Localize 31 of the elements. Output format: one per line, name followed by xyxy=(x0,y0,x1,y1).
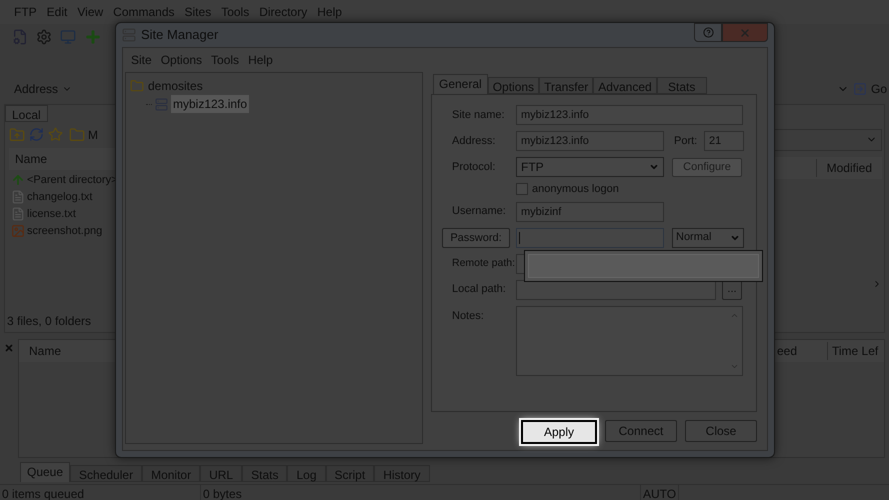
dialog-title: Site Manager xyxy=(141,26,218,44)
address-field[interactable]: mybiz123.info xyxy=(516,131,664,151)
refresh-icon[interactable] xyxy=(29,127,44,142)
help-icon xyxy=(702,27,714,38)
site-name-field[interactable]: mybiz123.info xyxy=(516,105,743,125)
close-icon xyxy=(739,26,751,38)
password-button[interactable]: Password: xyxy=(442,228,510,248)
dropdown-caret-icon xyxy=(649,162,659,172)
tree-item[interactable]: mybiz123.info xyxy=(171,95,250,113)
settings-icon[interactable] xyxy=(36,28,52,45)
password-field[interactable] xyxy=(516,228,664,248)
image-file-icon xyxy=(11,224,25,238)
document-icon xyxy=(11,190,25,204)
browse-button[interactable]: ... xyxy=(722,280,742,300)
help-button[interactable] xyxy=(694,23,722,42)
folder-up-icon[interactable] xyxy=(9,126,25,143)
port-field[interactable]: 21 xyxy=(704,131,744,151)
folder-icon xyxy=(130,79,144,93)
close-button[interactable] xyxy=(722,23,768,42)
protocol-select[interactable]: FTP xyxy=(516,157,664,177)
go-icon[interactable] xyxy=(852,82,867,96)
dialog-button[interactable]: Apply xyxy=(521,420,597,444)
mode-select[interactable]: Normal xyxy=(672,228,744,248)
notes-field[interactable] xyxy=(516,306,743,376)
document-icon xyxy=(11,207,25,222)
close-icon[interactable] xyxy=(4,342,14,353)
checkbox[interactable] xyxy=(516,183,528,196)
plus-icon[interactable] xyxy=(84,28,102,46)
folder-icon xyxy=(69,126,85,143)
star-icon[interactable] xyxy=(48,127,63,142)
username-field[interactable]: mybizinf xyxy=(516,202,664,222)
